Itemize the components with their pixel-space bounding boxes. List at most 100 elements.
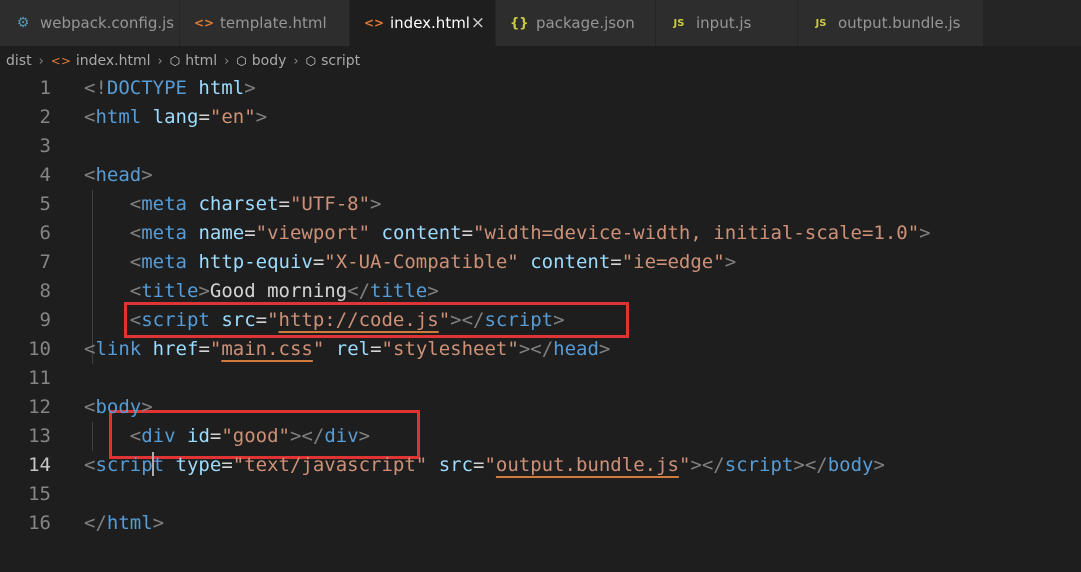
breadcrumb-item-dist[interactable]: dist bbox=[6, 53, 32, 69]
code-token: < bbox=[129, 193, 142, 215]
js-file-icon: JS bbox=[815, 17, 827, 29]
code-line[interactable]: 3 bbox=[0, 132, 1081, 161]
code-token: < bbox=[129, 425, 142, 447]
code-text: <head> bbox=[84, 161, 153, 190]
breadcrumb-item-html[interactable]: ⬡ html bbox=[170, 53, 217, 69]
code-token: script bbox=[724, 454, 794, 476]
code-token: > bbox=[358, 425, 371, 447]
close-icon[interactable]: × bbox=[471, 13, 485, 33]
line-number: 7 bbox=[39, 251, 51, 273]
code-token: < bbox=[84, 454, 96, 476]
code-token: > bbox=[427, 280, 439, 302]
code-token: = bbox=[370, 338, 382, 360]
code-token: html bbox=[95, 106, 142, 128]
code-text: </html> bbox=[84, 509, 164, 538]
code-token: "text/javascript" bbox=[232, 454, 428, 476]
line-number: 15 bbox=[28, 483, 51, 505]
code-text: <html lang="en"> bbox=[84, 103, 267, 132]
code-token: html bbox=[106, 512, 153, 534]
breadcrumb-label: script bbox=[321, 53, 361, 69]
code-text: <!DOCTYPE html> bbox=[84, 74, 256, 103]
tab-label: index.html bbox=[390, 14, 470, 32]
line-number: 11 bbox=[28, 367, 51, 389]
tab-template-html[interactable]: <> template.html bbox=[180, 0, 350, 46]
js-file-icon: JS bbox=[673, 17, 685, 29]
tab-label: input.js bbox=[696, 14, 752, 32]
symbol-element-icon: ⬡ bbox=[169, 54, 181, 68]
code-line[interactable]: 8 <title>Good morning</title> bbox=[0, 277, 1081, 306]
code-token: > bbox=[198, 280, 210, 302]
code-token: "width=device-width, initial-scale=1.0" bbox=[473, 222, 920, 244]
code-token: < bbox=[129, 251, 142, 273]
code-token: "ie=edge" bbox=[621, 251, 725, 273]
code-line[interactable]: 5 <meta charset="UTF-8"> bbox=[0, 190, 1081, 219]
code-token: content bbox=[530, 251, 611, 273]
code-token: > bbox=[141, 164, 153, 186]
code-token: ></ bbox=[289, 425, 325, 447]
code-editor[interactable]: 1 <!DOCTYPE html> 2 <html lang="en"> 3 4 <head… bbox=[0, 74, 1081, 572]
code-token: meta bbox=[141, 251, 187, 273]
code-token: > bbox=[724, 251, 737, 273]
code-line[interactable]: 15 bbox=[0, 480, 1081, 509]
code-line[interactable]: 1 <!DOCTYPE html> bbox=[0, 74, 1081, 103]
code-token: ></ bbox=[450, 309, 485, 331]
code-text: <div id="good"></div> bbox=[84, 422, 370, 451]
code-token: < bbox=[129, 309, 142, 331]
tab-output-bundle-js[interactable]: JS output.bundle.js bbox=[798, 0, 984, 46]
tab-label: package.json bbox=[536, 14, 635, 32]
code-token: > bbox=[255, 106, 268, 128]
html-file-icon: <> bbox=[194, 16, 215, 30]
code-token: name bbox=[198, 222, 245, 244]
code-line[interactable]: 13 <div id="good"></div> bbox=[0, 422, 1081, 451]
code-line[interactable]: 9 <script src="http://code.js"></script> bbox=[0, 306, 1081, 335]
tab-label: template.html bbox=[220, 14, 327, 32]
code-line[interactable]: 11 bbox=[0, 364, 1081, 393]
code-line[interactable]: 6 <meta name="viewport" content="width=d… bbox=[0, 219, 1081, 248]
code-token: main.css bbox=[221, 338, 313, 360]
code-line[interactable]: 10 <link href="main.css" rel="stylesheet"… bbox=[0, 335, 1081, 364]
symbol-element-icon: ⬡ bbox=[305, 54, 317, 68]
breadcrumb-item-body[interactable]: ⬡ body bbox=[236, 53, 286, 69]
code-line[interactable]: 12 <body> bbox=[0, 393, 1081, 422]
code-token: content bbox=[381, 222, 462, 244]
code-token: = bbox=[209, 425, 222, 447]
code-token: "good" bbox=[221, 425, 290, 447]
code-text: <meta charset="UTF-8"> bbox=[84, 190, 382, 219]
line-number: 9 bbox=[39, 309, 51, 331]
code-token: ></ bbox=[690, 454, 725, 476]
code-token: "stylesheet" bbox=[381, 338, 519, 360]
code-line[interactable]: 4 <head> bbox=[0, 161, 1081, 190]
breadcrumb-item-script[interactable]: ⬡ script bbox=[306, 53, 361, 69]
code-token: = bbox=[221, 454, 233, 476]
code-token: "X-UA-Compatible" bbox=[324, 251, 519, 273]
code-token: script bbox=[141, 309, 210, 331]
code-token: > bbox=[873, 454, 885, 476]
code-line[interactable]: 14 <script type="text/javascript" src="ou… bbox=[0, 451, 1081, 480]
tab-index-html[interactable]: <> index.html × bbox=[350, 0, 496, 46]
code-token: id bbox=[187, 425, 210, 447]
tab-webpack-config-js[interactable]: ⚙ webpack.config.js bbox=[0, 0, 180, 46]
code-text: <title>Good morning</title> bbox=[84, 277, 439, 306]
code-token: = bbox=[198, 338, 210, 360]
tab-input-js[interactable]: JS input.js bbox=[656, 0, 798, 46]
code-line[interactable]: 7 <meta http-equiv="X-UA-Compatible" con… bbox=[0, 248, 1081, 277]
tab-package-json[interactable]: {} package.json bbox=[496, 0, 656, 46]
breadcrumb-item-index-html[interactable]: <> index.html bbox=[51, 53, 151, 69]
code-token: link bbox=[95, 338, 142, 360]
code-line[interactable]: 2 <html lang="en"> bbox=[0, 103, 1081, 132]
code-token: title bbox=[141, 280, 199, 302]
symbol-element-icon: ⬡ bbox=[236, 54, 247, 68]
code-token: < bbox=[84, 338, 96, 360]
code-line[interactable]: 16 </html> bbox=[0, 509, 1081, 538]
breadcrumb-label: html bbox=[185, 53, 218, 69]
line-number: 4 bbox=[39, 164, 51, 186]
code-token: rel bbox=[335, 338, 371, 360]
